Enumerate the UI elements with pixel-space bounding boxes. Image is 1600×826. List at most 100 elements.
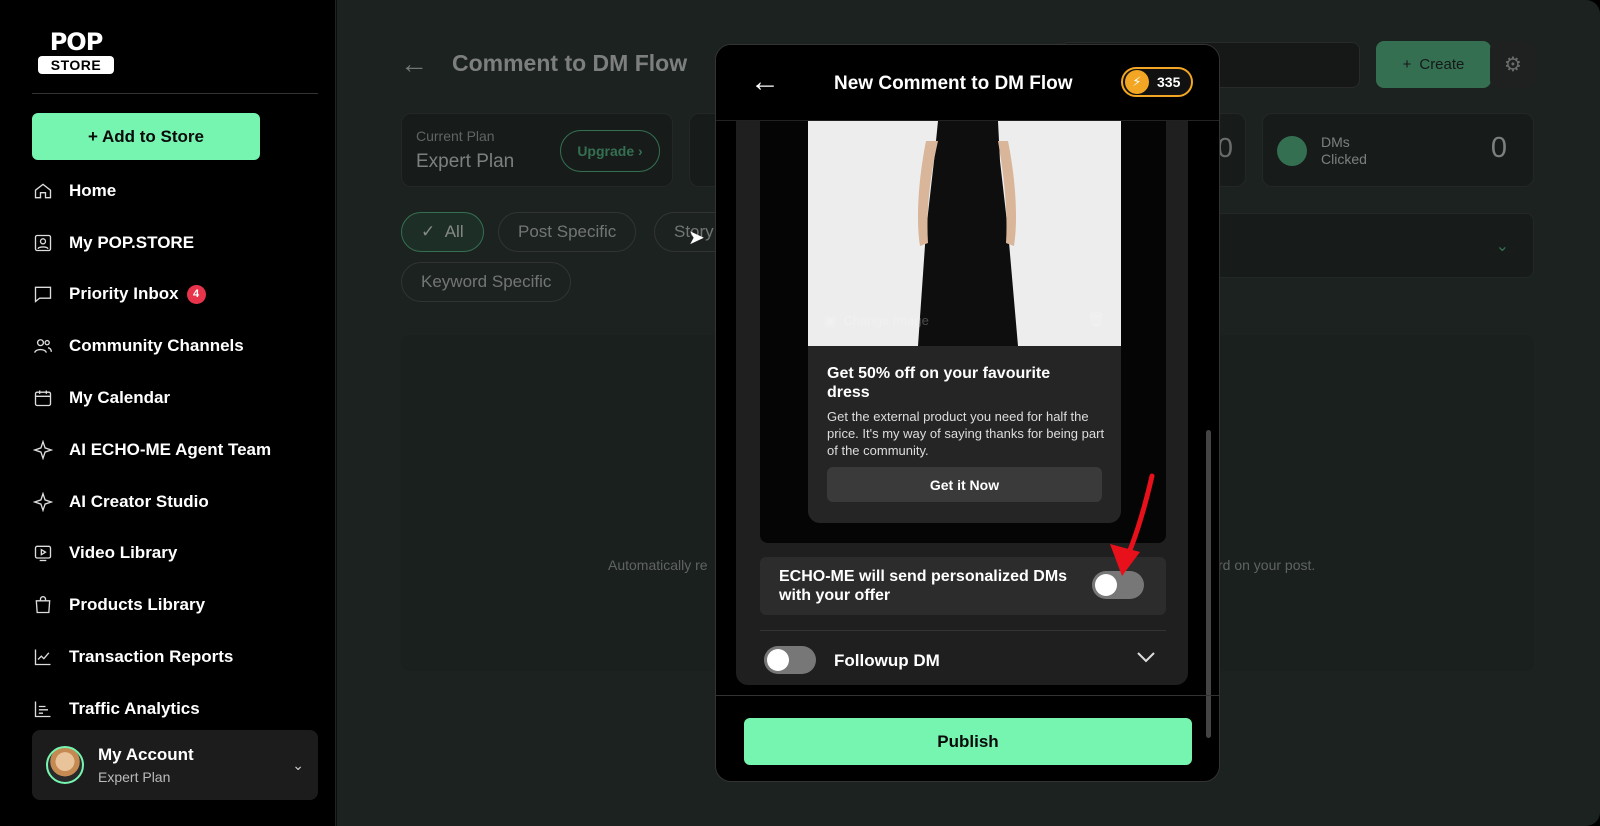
chevron-down-icon[interactable]: [1136, 650, 1156, 668]
sidebar-item-ai-creator-studio[interactable]: AI Creator Studio: [32, 476, 322, 528]
credits-count: 335: [1157, 74, 1181, 90]
settings-button[interactable]: ⚙: [1490, 41, 1536, 88]
sidebar-item-label: AI ECHO-ME Agent Team: [69, 439, 272, 459]
modal-title: New Comment to DM Flow: [834, 73, 1073, 94]
echo-me-label: ECHO-ME will send personalized DMs with …: [779, 568, 1068, 604]
create-button[interactable]: + Create: [1376, 41, 1491, 88]
sidebar-item-label: Home: [69, 180, 117, 200]
chevron-right-icon: ›: [638, 143, 643, 159]
video-icon: [32, 542, 54, 564]
account-text: My Account Expert Plan: [98, 745, 194, 785]
account-switcher[interactable]: My Account Expert Plan ⌄: [32, 730, 318, 800]
back-arrow-icon[interactable]: ←: [400, 48, 428, 80]
check-icon: ✓: [421, 222, 436, 241]
sidebar-item-label: Transaction Reports: [69, 647, 234, 667]
modal-header: ← New Comment to DM Flow ⚡ 335: [716, 45, 1219, 121]
chevron-down-icon: ⌄: [1495, 238, 1509, 255]
sidebar-item-my-popstore[interactable]: My POP.STORE: [32, 217, 322, 269]
flow-select-dropdown[interactable]: ⌄: [1210, 213, 1534, 278]
red-annotation-arrow-icon: [1110, 473, 1155, 576]
sidebar-item-label: My POP.STORE: [69, 232, 195, 252]
lightning-coin-icon: ⚡: [1125, 70, 1149, 94]
logo-top-text: POP: [49, 28, 104, 56]
change-image-label: Change Image: [843, 313, 929, 328]
modal-footer: Publish: [716, 695, 1219, 781]
bag-icon: [32, 594, 54, 616]
filter-chip-keyword-specific[interactable]: Keyword Specific: [401, 262, 572, 302]
empty-state-text-left: Automatically re: [608, 557, 708, 573]
followup-dm-label: Followup DM: [834, 651, 940, 670]
avatar: [46, 746, 84, 784]
add-to-store-button[interactable]: + Add to Store: [32, 113, 260, 160]
section-divider: [760, 630, 1166, 631]
new-flow-modal: ← New Comment to DM Flow ⚡ 335 ▣ Change …: [715, 44, 1220, 782]
plus-icon: +: [1402, 56, 1412, 73]
filter-label: All: [444, 222, 464, 241]
credits-badge[interactable]: ⚡ 335: [1121, 67, 1193, 97]
modal-scrollbar[interactable]: [1206, 430, 1211, 738]
chevron-down-icon: ⌄: [292, 756, 304, 773]
calendar-icon: [32, 387, 54, 409]
publish-button[interactable]: Publish: [744, 718, 1192, 765]
mouse-cursor-icon: ➤: [688, 227, 705, 249]
filter-chip-post-specific[interactable]: Post Specific: [498, 212, 637, 252]
account-name: My Account: [98, 745, 194, 764]
product-description: Get the external product you need for ha…: [827, 409, 1105, 458]
pop-store-logo[interactable]: POP STORE: [38, 30, 114, 74]
sidebar-item-label: Video Library: [69, 543, 178, 563]
toggle-knob: [767, 649, 789, 671]
followup-dm-toggle[interactable]: [764, 646, 816, 674]
upgrade-button[interactable]: Upgrade ›: [560, 130, 660, 172]
modal-body: ▣ Change Image 🗑 Get 50% off on your fav…: [736, 121, 1188, 685]
sidebar-item-traffic-analytics[interactable]: Traffic Analytics: [32, 683, 322, 735]
page-title: Comment to DM Flow: [452, 50, 688, 76]
chat-icon: [32, 283, 54, 305]
sidebar-item-community-channels[interactable]: Community Channels: [32, 320, 322, 372]
current-plan-value: Expert Plan: [416, 151, 515, 172]
account-plan: Expert Plan: [98, 769, 171, 785]
gear-icon: ⚙: [1504, 54, 1522, 76]
dms-clicked-value: 0: [1490, 132, 1507, 164]
app-window: POP STORE + Add to Store Home My POP.STO…: [0, 0, 1600, 826]
send-icon: [1277, 136, 1307, 166]
sidebar-item-home[interactable]: Home: [32, 165, 322, 217]
back-arrow-icon[interactable]: ←: [750, 65, 780, 99]
filter-label: Post Specific: [518, 222, 617, 241]
get-it-now-button[interactable]: Get it Now: [827, 467, 1102, 502]
sidebar: POP STORE + Add to Store Home My POP.STO…: [0, 0, 336, 826]
create-button-label: Create: [1419, 56, 1465, 73]
sidebar-nav: Home My POP.STORE Priority Inbox 4 Commu…: [32, 165, 322, 735]
upgrade-label: Upgrade: [577, 143, 635, 159]
dms-clicked-label: DMs Clicked: [1321, 134, 1367, 168]
chart-line-icon: [32, 646, 54, 668]
sidebar-item-ai-echo-me[interactable]: AI ECHO-ME Agent Team: [32, 424, 322, 476]
sidebar-item-label: Priority Inbox: [69, 284, 179, 304]
product-title: Get 50% off on your favourite dress: [827, 365, 1051, 401]
users-icon: [32, 335, 54, 357]
empty-state-text-right: rd on your post.: [1218, 557, 1316, 573]
sidebar-item-products-library[interactable]: Products Library: [32, 579, 322, 631]
product-image: ▣ Change Image 🗑: [808, 121, 1121, 346]
sidebar-item-priority-inbox[interactable]: Priority Inbox 4: [32, 269, 322, 321]
current-plan-label: Current Plan: [416, 128, 495, 144]
sidebar-item-label: My Calendar: [69, 388, 171, 408]
sidebar-item-label: Community Channels: [69, 336, 244, 356]
inbox-count-badge: 4: [186, 284, 206, 304]
sidebar-divider: [32, 93, 318, 94]
user-square-icon: [32, 232, 54, 254]
bar-chart-icon: [32, 698, 54, 720]
change-image-button[interactable]: ▣ Change Image: [824, 313, 929, 329]
dms-label-line1: DMs: [1321, 134, 1350, 150]
sidebar-item-transaction-reports[interactable]: Transaction Reports: [32, 631, 322, 683]
sidebar-item-label: AI Creator Studio: [69, 491, 209, 511]
filter-chip-all[interactable]: ✓ All: [401, 212, 484, 252]
sidebar-item-my-calendar[interactable]: My Calendar: [32, 372, 322, 424]
trash-icon[interactable]: 🗑: [1087, 311, 1105, 328]
logo-bottom-text: STORE: [38, 56, 114, 74]
sidebar-item-label: Products Library: [69, 595, 206, 615]
home-icon: [32, 180, 54, 202]
sidebar-item-video-library[interactable]: Video Library: [32, 528, 322, 580]
current-plan-card: Current Plan Expert Plan Upgrade ›: [401, 113, 673, 187]
dms-clicked-card: DMs Clicked 0: [1262, 113, 1534, 187]
dms-label-line2: Clicked: [1321, 151, 1367, 167]
